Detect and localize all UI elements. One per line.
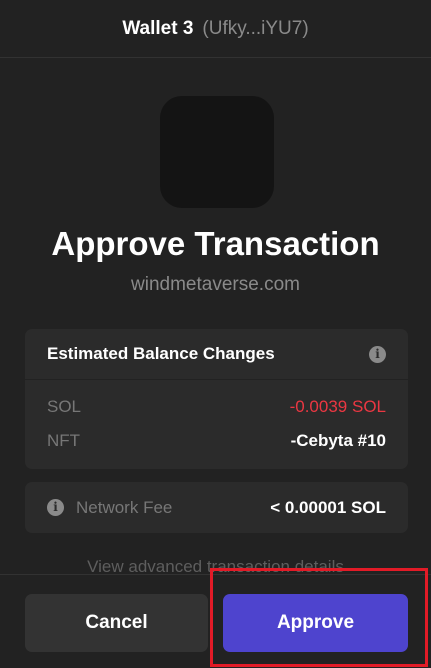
balance-row-value: -Cebyta #10 bbox=[290, 431, 386, 450]
info-icon[interactable]: i bbox=[369, 345, 386, 363]
balance-changes-card: Estimated Balance Changes i SOL -0.0039 … bbox=[25, 329, 408, 469]
cancel-button[interactable]: Cancel bbox=[25, 594, 208, 652]
wallet-name: Wallet 3 bbox=[122, 17, 194, 39]
network-fee-label: Network Fee bbox=[76, 497, 173, 517]
action-footer: Cancel Approve bbox=[0, 574, 431, 668]
balance-changes-heading: Estimated Balance Changes bbox=[47, 344, 275, 363]
approve-button[interactable]: Approve bbox=[223, 594, 408, 652]
app-logo-icon bbox=[160, 96, 274, 208]
network-fee-value: < 0.00001 SOL bbox=[270, 497, 386, 517]
wallet-address: (Ufky...iYU7) bbox=[202, 17, 309, 39]
balance-row-label: NFT bbox=[47, 431, 81, 450]
wallet-header: Wallet 3 (Ufky...iYU7) bbox=[0, 0, 431, 58]
network-fee-left: i Network Fee bbox=[47, 498, 172, 518]
balance-row-sol: SOL -0.0039 SOL bbox=[25, 390, 408, 424]
balance-row-label: SOL bbox=[47, 397, 82, 416]
page-title: Approve Transaction bbox=[51, 225, 380, 262]
info-icon[interactable]: i bbox=[47, 499, 64, 516]
balance-row-value: -0.0039 SOL bbox=[289, 397, 386, 416]
balance-changes-header: Estimated Balance Changes i bbox=[25, 329, 408, 380]
network-fee-card: i Network Fee < 0.00001 SOL bbox=[25, 482, 408, 533]
balance-row-nft: NFT -Cebyta #10 bbox=[25, 424, 408, 458]
site-origin: windmetaverse.com bbox=[131, 274, 300, 295]
